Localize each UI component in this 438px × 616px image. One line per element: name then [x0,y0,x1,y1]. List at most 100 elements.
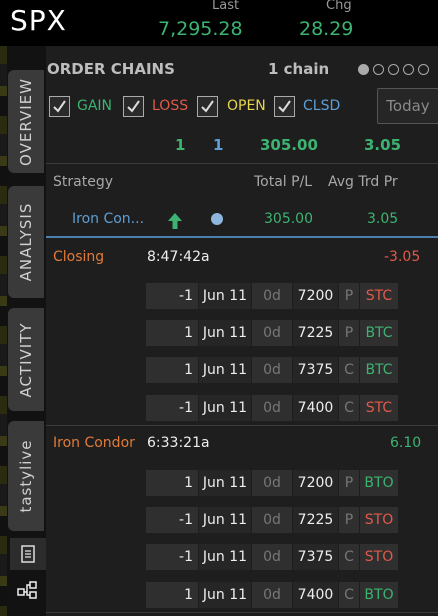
leg-type: P [339,283,359,309]
leg-action: STC [360,395,398,421]
summary-closed-count: 1 [213,136,224,154]
leg-date: Jun 11 [199,544,251,570]
leg-strike: 7400 [293,395,338,421]
leg-date: Jun 11 [199,507,251,533]
leg-row[interactable]: -1 Jun 11 0d 7400 C STC [146,395,438,421]
leg-dte: 0d [252,320,292,346]
leg-dte: 0d [252,470,292,496]
group-time: 8:47:42a [147,249,210,265]
leg-date: Jun 11 [199,283,251,309]
divider [46,425,438,426]
leg-dte: 0d [252,582,292,608]
leg-dte: 0d [252,357,292,383]
chain-count: 1 chain [268,60,330,78]
leg-type: P [339,320,359,346]
page-indicator-dot[interactable] [403,64,414,75]
today-button[interactable]: Today [377,88,438,124]
leg-strike: 7375 [293,357,338,383]
leg-qty: 1 [146,582,198,608]
leg-dte: 0d [252,395,292,421]
clsd-checkbox[interactable] [274,96,295,117]
leg-row[interactable]: 1 Jun 11 0d 7225 P BTC [146,320,438,346]
order-chains-panel: ORDER CHAINS 1 chain GAIN LOSS OPEN CLSD… [46,46,438,616]
leg-qty: 1 [146,320,198,346]
leg-type: C [339,544,359,570]
column-total-pl[interactable]: Total P/L [254,174,312,190]
chg-label: Chg [326,0,352,13]
chain-avg-trd-pr: 3.05 [367,211,399,227]
group-name: Iron Condor [53,435,135,451]
column-avg-trd-pr[interactable]: Avg Trd Pr [328,174,398,190]
leg-strike: 7400 [293,582,338,608]
leg-row[interactable]: 1 Jun 11 0d 7200 P BTO [146,470,438,496]
leg-row[interactable]: -1 Jun 11 0d 7375 C STO [146,544,438,570]
leg-row[interactable]: 1 Jun 11 0d 7375 C BTC [146,357,438,383]
up-arrow-icon [168,213,182,229]
leg-type: C [339,357,359,383]
quote-header: SPX Last 7,295.28 Chg 28.29 [0,0,438,46]
tab-tastylive-label: tastylive [17,439,35,513]
network-icon[interactable] [10,574,46,606]
summary-avg: 3.05 [364,136,402,154]
leg-qty: -1 [146,283,198,309]
open-label: OPEN [227,98,266,114]
group-price: -3.05 [384,249,421,265]
status-dot-icon [211,213,223,225]
leg-action: STO [360,507,398,533]
gain-checkbox[interactable] [49,96,70,117]
leg-strike: 7375 [293,544,338,570]
summary-gain-count: 1 [175,136,186,154]
leg-type: C [339,582,359,608]
loss-label: LOSS [152,98,189,114]
last-value: 7,295.28 [158,18,243,40]
page-indicator-dot[interactable] [418,64,429,75]
page-indicator-dot[interactable] [388,64,399,75]
leg-action: STC [360,283,398,309]
open-checkbox[interactable] [197,96,218,117]
selected-divider [46,236,438,238]
document-icon[interactable] [10,538,46,570]
divider [46,612,438,613]
tab-activity[interactable]: ACTIVITY [8,308,44,411]
tab-activity-label: ACTIVITY [17,321,35,398]
chain-total-pl: 305.00 [264,211,313,227]
column-strategy[interactable]: Strategy [53,174,113,190]
panel-title: ORDER CHAINS [47,60,175,78]
page-indicator-dot[interactable] [373,64,384,75]
leg-date: Jun 11 [199,470,251,496]
checkbox-check-icon [201,100,214,113]
leg-type: C [339,395,359,421]
leg-row[interactable]: -1 Jun 11 0d 7200 P STC [146,283,438,309]
leg-action: STO [360,544,398,570]
leg-qty: 1 [146,470,198,496]
last-label: Last [212,0,240,13]
left-edge-strip [0,46,7,616]
leg-strike: 7200 [293,470,338,496]
tab-analysis[interactable]: ANALYSIS [8,186,44,298]
leg-strike: 7225 [293,507,338,533]
loss-checkbox[interactable] [123,96,144,117]
chain-strategy: Iron Con... [72,211,145,227]
leg-dte: 0d [252,283,292,309]
leg-date: Jun 11 [199,320,251,346]
leg-date: Jun 11 [199,357,251,383]
leg-qty: -1 [146,395,198,421]
checkbox-check-icon [53,100,66,113]
divider [46,163,438,164]
page-indicator-dot[interactable] [358,64,369,75]
group-time: 6:33:21a [147,435,210,451]
leg-action: BTO [360,582,398,608]
leg-qty: 1 [146,357,198,383]
page-indicator[interactable] [358,64,429,75]
tab-tastylive[interactable]: tastylive [8,421,44,531]
leg-row[interactable]: 1 Jun 11 0d 7400 C BTO [146,582,438,608]
symbol[interactable]: SPX [10,4,67,37]
leg-type: P [339,470,359,496]
leg-qty: -1 [146,544,198,570]
tab-analysis-label: ANALYSIS [17,202,35,282]
group-name: Closing [53,249,105,265]
leg-row[interactable]: -1 Jun 11 0d 7225 P STO [146,507,438,533]
tab-overview[interactable]: OVERVIEW [8,70,44,173]
leg-date: Jun 11 [199,395,251,421]
checkbox-check-icon [127,100,140,113]
